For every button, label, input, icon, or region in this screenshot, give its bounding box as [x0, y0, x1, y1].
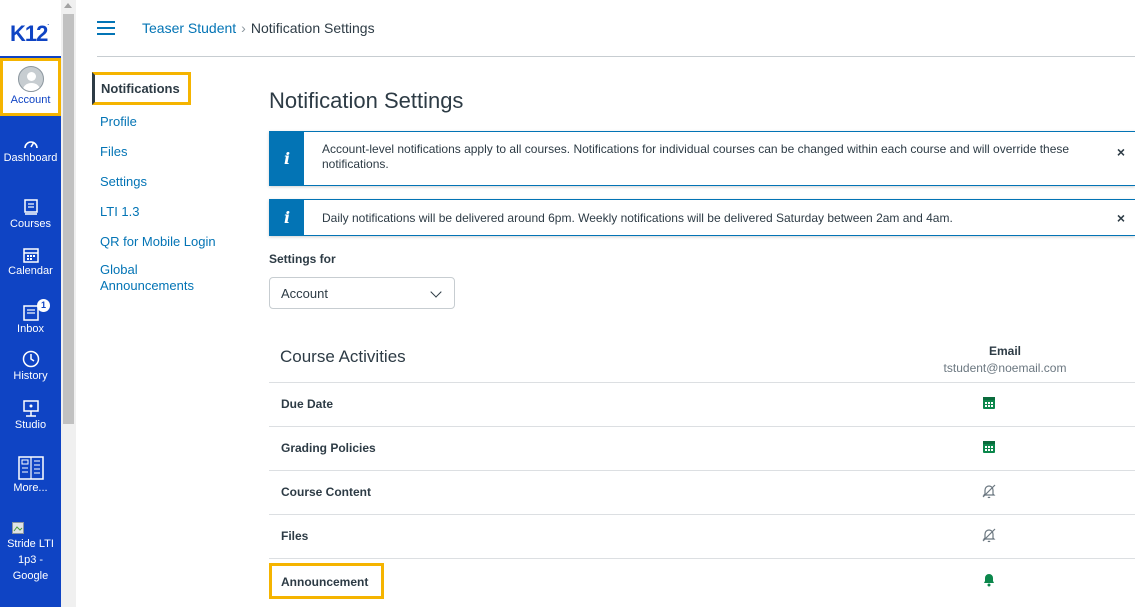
nav-account[interactable]: Account	[0, 58, 61, 116]
table-row: Due Date	[269, 382, 1135, 426]
settings-for-select[interactable]: Account	[269, 277, 455, 309]
table-row: Course Content	[269, 470, 1135, 514]
calendar-icon	[22, 248, 39, 263]
nav-courses[interactable]: Courses	[0, 199, 61, 231]
close-icon[interactable]: ×	[1117, 144, 1125, 160]
info-alert-delivery-times: i Daily notifications will be delivered …	[269, 199, 1135, 236]
studio-icon	[22, 400, 39, 417]
chevron-down-icon	[430, 286, 442, 298]
settings-for-value: Account	[281, 286, 328, 301]
email-address: tstudent@noemail.com	[943, 361, 1067, 375]
breadcrumb-separator: ›	[241, 20, 246, 36]
breadcrumb: Teaser Student › Notification Settings	[142, 20, 375, 36]
subnav-global-announcements[interactable]: Global Announcements	[100, 262, 200, 294]
row-label: Due Date	[281, 397, 334, 411]
menu-icon[interactable]	[97, 21, 115, 35]
courses-icon	[23, 199, 38, 215]
nav-studio[interactable]: Studio	[0, 400, 61, 432]
nav-history-label: History	[13, 370, 48, 382]
subnav-notifications[interactable]: Notifications	[92, 72, 191, 105]
notify-immediately-icon[interactable]	[981, 571, 997, 587]
column-label: Email	[988, 344, 1021, 358]
info-alert-account-level: i Account-level notifications apply to a…	[269, 131, 1135, 186]
dashboard-icon	[23, 141, 38, 149]
more-icon	[17, 456, 44, 480]
info-icon: i	[270, 200, 304, 235]
subnav-settings[interactable]: Settings	[100, 174, 147, 189]
nav-dashboard[interactable]: Dashboard	[0, 136, 61, 165]
subnav-profile[interactable]: Profile	[100, 114, 137, 129]
row-label: Files	[281, 529, 309, 543]
nav-more-label: More...	[13, 482, 48, 494]
page-title: Notification Settings	[269, 88, 464, 113]
notifications-off-icon[interactable]	[981, 483, 997, 499]
logo-area: K12.	[0, 0, 61, 56]
nav-inbox-label: Inbox	[17, 323, 44, 335]
nav-scrollbar-thumb[interactable]	[63, 14, 74, 424]
subnav-qr-login[interactable]: QR for Mobile Login	[100, 234, 216, 249]
nav-calendar[interactable]: Calendar	[0, 247, 61, 278]
breadcrumb-current: Notification Settings	[250, 20, 375, 36]
breadcrumb-parent-link[interactable]: Teaser Student	[142, 20, 236, 36]
info-icon: i	[270, 132, 304, 185]
nav-dashboard-label: Dashboard	[3, 152, 58, 164]
nav-stride-lti[interactable]: Stride LTI 1p3 - Google	[0, 522, 61, 584]
subnav-files[interactable]: Files	[100, 144, 127, 159]
row-label: Announcement	[281, 575, 369, 589]
header-divider	[97, 56, 1135, 57]
nav-inbox[interactable]: 1 Inbox	[0, 299, 61, 336]
nav-more[interactable]: More...	[0, 456, 61, 495]
notifications-off-icon[interactable]	[981, 527, 997, 543]
nav-courses-label: Courses	[10, 218, 51, 230]
inbox-unread-badge: 1	[37, 299, 50, 312]
table-section-title: Course Activities	[280, 347, 406, 366]
alert-text: Account-level notifications apply to all…	[322, 142, 1070, 171]
nav-stride-lti-label: Stride LTI 1p3 - Google	[7, 538, 54, 582]
alert-text: Daily notifications will be delivered ar…	[322, 211, 953, 225]
table-row: Announcement	[269, 558, 1135, 602]
broken-image-icon	[12, 522, 24, 534]
scroll-up-arrow[interactable]	[64, 3, 72, 8]
nav-studio-label: Studio	[14, 419, 47, 431]
daily-summary-icon[interactable]	[981, 439, 997, 455]
k12-logo[interactable]: K12.	[10, 21, 49, 47]
nav-account-label: Account	[10, 94, 51, 106]
row-label: Course Content	[281, 485, 371, 499]
avatar	[17, 66, 44, 92]
nav-calendar-label: Calendar	[8, 265, 53, 277]
nav-history[interactable]: History	[0, 350, 61, 383]
row-label: Grading Policies	[281, 441, 376, 455]
daily-summary-icon[interactable]	[981, 395, 997, 411]
subnav-lti[interactable]: LTI 1.3	[100, 204, 140, 219]
settings-for-label: Settings for	[269, 252, 336, 266]
table-row: Grading Policies	[269, 426, 1135, 470]
table-row: Files	[269, 514, 1135, 558]
close-icon[interactable]: ×	[1117, 210, 1125, 226]
history-icon	[22, 350, 39, 368]
global-nav: K12. Account Dashboard Courses Calendar …	[0, 0, 61, 607]
email-column-header: Email tstudent@noemail.com	[920, 344, 1090, 375]
